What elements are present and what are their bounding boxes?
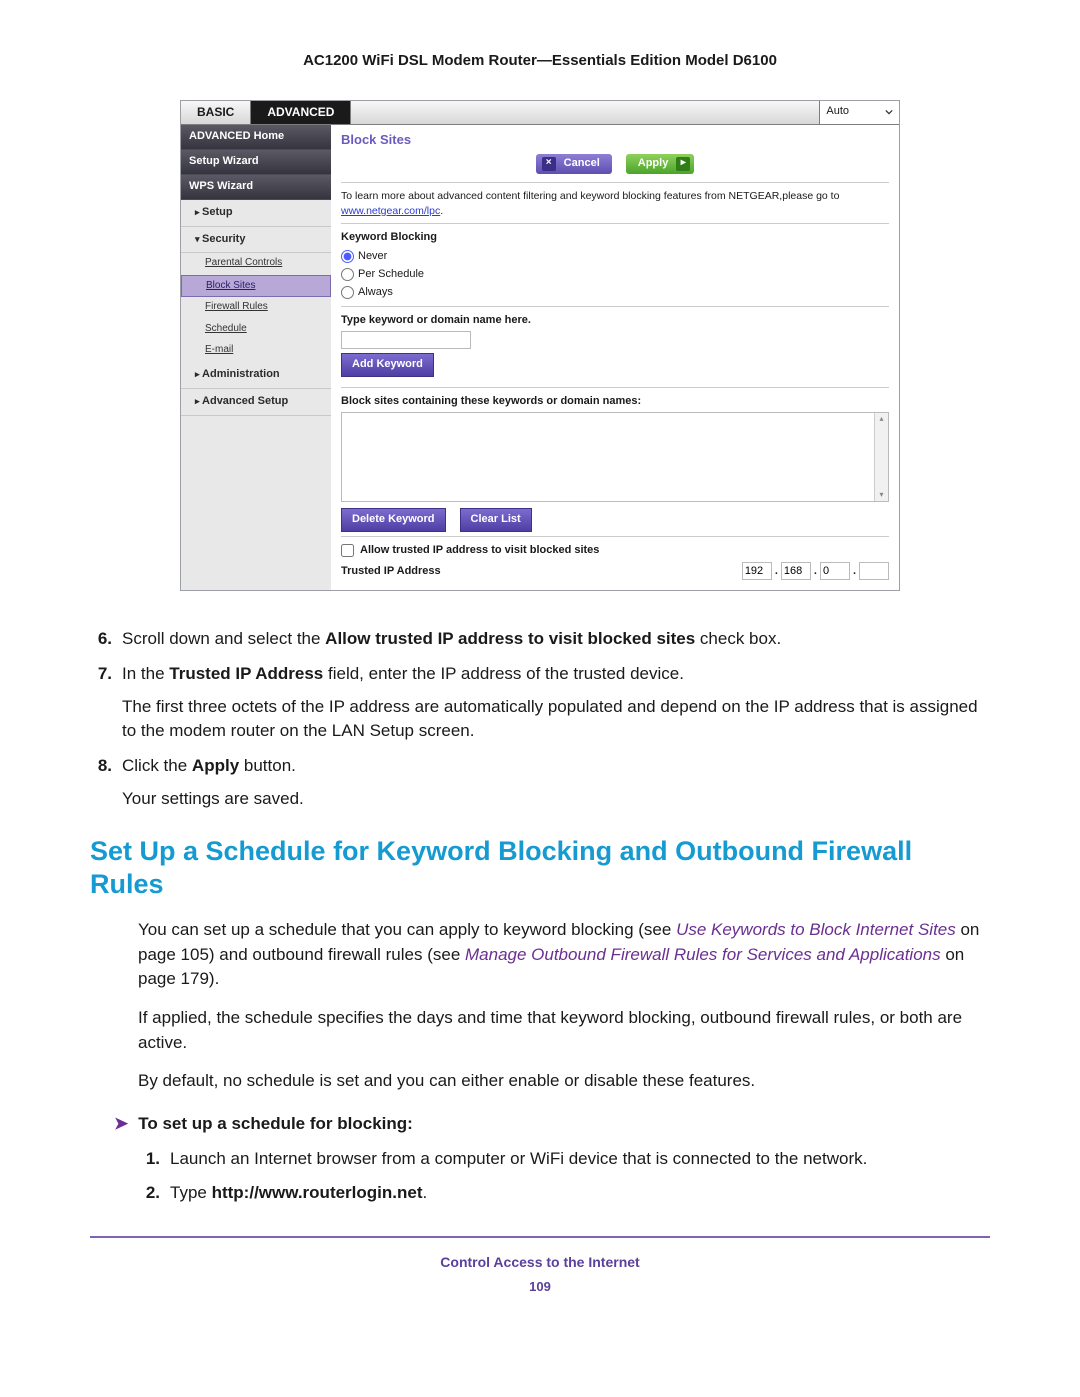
ip-octet-3[interactable]: [820, 562, 850, 580]
arrow-right-icon: ➤: [114, 1112, 128, 1137]
step-number: 1.: [138, 1147, 170, 1172]
steps-list-a: 6. Scroll down and select the Allow trus…: [90, 627, 990, 811]
paragraph: You can set up a schedule that you can a…: [138, 918, 990, 992]
step-number: 8.: [90, 754, 122, 811]
ip-octet-2[interactable]: [781, 562, 811, 580]
close-icon: ×: [542, 157, 556, 171]
sidebar-section-advanced-setup[interactable]: Advanced Setup: [181, 389, 331, 416]
language-value: Auto: [826, 104, 849, 120]
ip-octet-4[interactable]: [859, 562, 889, 580]
trusted-ip-label: Trusted IP Address: [341, 564, 740, 580]
sidebar-firewall-rules[interactable]: Firewall Rules: [181, 297, 331, 319]
footer-rule: [90, 1236, 990, 1238]
procedure-heading: ➤ To set up a schedule for blocking:: [114, 1112, 990, 1137]
sidebar-block-sites[interactable]: Block Sites: [181, 275, 331, 298]
step-number: 7.: [90, 662, 122, 744]
step-text: Launch an Internet browser from a comput…: [170, 1147, 990, 1172]
step-number: 6.: [90, 627, 122, 652]
radio-never[interactable]: Never: [341, 248, 889, 266]
steps-list-b: 1. Launch an Internet browser from a com…: [138, 1147, 990, 1206]
page-number: 109: [90, 1278, 990, 1297]
arrow-right-icon: ▸: [676, 157, 690, 171]
step-text: In the Trusted IP Address field, enter t…: [122, 662, 990, 744]
step-text: Scroll down and select the Allow trusted…: [122, 627, 990, 652]
tab-advanced[interactable]: ADVANCED: [251, 101, 351, 124]
sidebar-schedule[interactable]: Schedule: [181, 319, 331, 341]
learn-more-link[interactable]: www.netgear.com/lpc: [341, 205, 440, 217]
apply-button[interactable]: Apply ▸: [626, 154, 695, 174]
content-panel: Block Sites × Cancel Apply ▸ To learn mo…: [331, 125, 899, 591]
paragraph: If applied, the schedule specifies the d…: [138, 1006, 990, 1055]
clear-list-button[interactable]: Clear List: [460, 508, 532, 532]
trusted-ip-row: Trusted IP Address . . .: [341, 562, 889, 580]
router-ui-screenshot: BASIC ADVANCED Auto ADVANCED Home Setup …: [180, 100, 900, 592]
sidebar-advanced-home[interactable]: ADVANCED Home: [181, 125, 331, 150]
sidebar-parental-controls[interactable]: Parental Controls: [181, 253, 331, 275]
step-text: Click the Apply button. Your settings ar…: [122, 754, 990, 811]
link-use-keywords[interactable]: Use Keywords to Block Internet Sites: [676, 920, 956, 939]
radio-always[interactable]: Always: [341, 284, 889, 302]
tab-bar: BASIC ADVANCED Auto: [181, 101, 899, 125]
keyword-listbox[interactable]: ▴▾: [341, 412, 889, 502]
sidebar: ADVANCED Home Setup Wizard WPS Wizard Se…: [181, 125, 331, 591]
sidebar-section-security[interactable]: Security: [181, 227, 331, 254]
section-heading: Set Up a Schedule for Keyword Blocking a…: [90, 835, 990, 900]
footer-caption: Control Access to the Internet: [90, 1252, 990, 1272]
delete-keyword-button[interactable]: Delete Keyword: [341, 508, 446, 532]
link-manage-outbound[interactable]: Manage Outbound Firewall Rules for Servi…: [465, 945, 941, 964]
sidebar-section-administration[interactable]: Administration: [181, 362, 331, 389]
type-keyword-label: Type keyword or domain name here.: [341, 313, 889, 329]
paragraph: By default, no schedule is set and you c…: [138, 1069, 990, 1094]
sidebar-wps-wizard[interactable]: WPS Wizard: [181, 175, 331, 200]
learn-more-note: To learn more about advanced content fil…: [341, 189, 889, 219]
sidebar-email[interactable]: E-mail: [181, 340, 331, 362]
tab-basic[interactable]: BASIC: [181, 101, 251, 124]
ip-octet-1[interactable]: [742, 562, 772, 580]
chevron-down-icon: [885, 108, 893, 116]
add-keyword-button[interactable]: Add Keyword: [341, 353, 434, 377]
doc-title: AC1200 WiFi DSL Modem Router—Essentials …: [90, 50, 990, 72]
cancel-button[interactable]: × Cancel: [536, 154, 612, 174]
radio-per-schedule[interactable]: Per Schedule: [341, 266, 889, 284]
keyword-blocking-heading: Keyword Blocking: [341, 230, 889, 246]
language-select[interactable]: Auto: [819, 101, 899, 124]
scrollbar[interactable]: ▴▾: [874, 413, 888, 501]
sidebar-setup-wizard[interactable]: Setup Wizard: [181, 150, 331, 175]
keyword-input[interactable]: [341, 331, 471, 349]
block-list-heading: Block sites containing these keywords or…: [341, 394, 889, 410]
allow-trusted-checkbox[interactable]: Allow trusted IP address to visit blocke…: [341, 543, 889, 559]
step-number: 2.: [138, 1181, 170, 1206]
sidebar-section-setup[interactable]: Setup: [181, 200, 331, 227]
step-text: Type http://www.routerlogin.net.: [170, 1181, 990, 1206]
panel-title: Block Sites: [341, 131, 889, 150]
